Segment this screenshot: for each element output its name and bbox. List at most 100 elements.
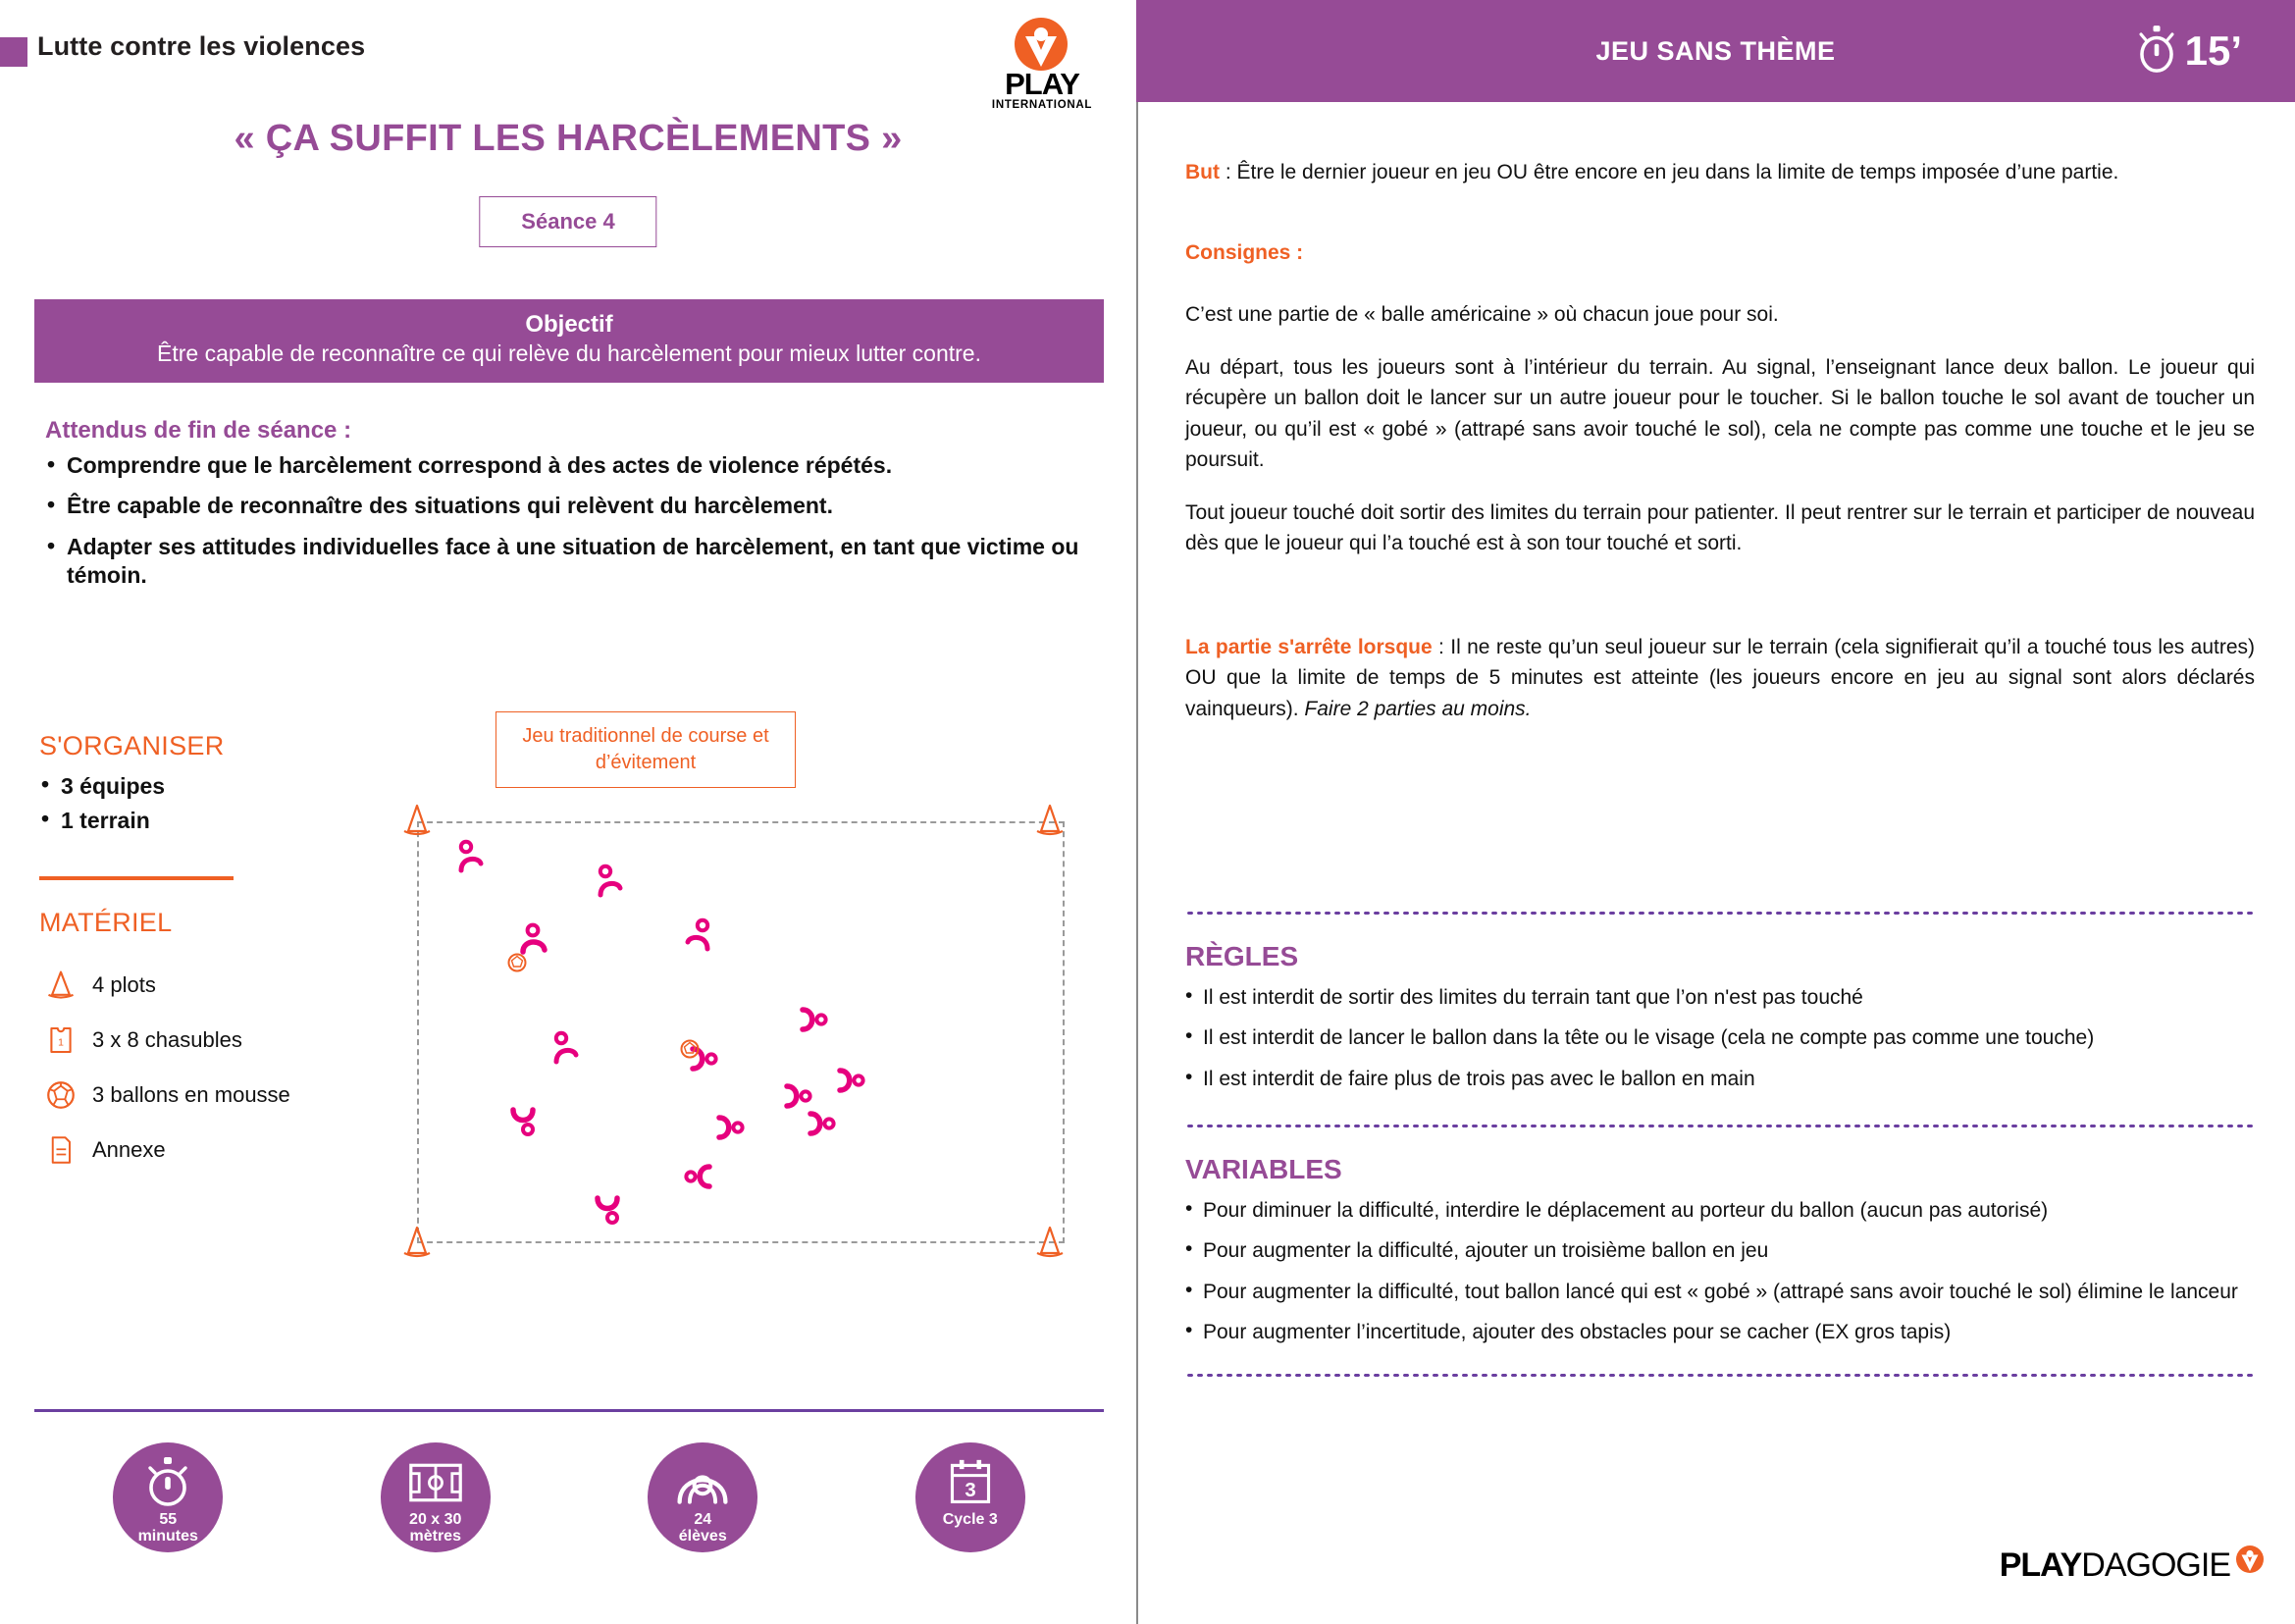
game-description: But : Être le dernier joueur en jeu OU ê… — [1185, 157, 2255, 1379]
variables-list: Pour diminuer la difficulté, interdire l… — [1185, 1195, 2255, 1346]
badge-line1: 20 x 30 — [409, 1511, 462, 1528]
list-item: 1 3 x 8 chasubles — [39, 1015, 373, 1066]
badge-students: 24 élèves — [642, 1442, 763, 1552]
stopwatch-icon — [2134, 24, 2179, 79]
player-icon — [513, 1110, 533, 1134]
instructions-label: Consignes : — [1185, 240, 1304, 264]
instructions-paragraph: C’est une partie de « balle américaine »… — [1185, 303, 1779, 326]
svg-text:3: 3 — [965, 1480, 975, 1501]
cone-icon — [402, 804, 432, 836]
player-icon — [461, 842, 481, 870]
svg-text:1: 1 — [58, 1038, 64, 1049]
cone-icon — [402, 1226, 432, 1258]
rules-heading: RÈGLES — [1185, 941, 1299, 971]
player-icon — [686, 1167, 709, 1186]
player-icon — [810, 1114, 834, 1133]
objective-heading: Objectif — [525, 311, 613, 338]
game-header-title: JEU SANS THÈME — [1595, 35, 1836, 66]
instructions-paragraph: Tout joueur touché doit sortir des limit… — [1185, 500, 2255, 555]
ball-icon — [507, 953, 527, 972]
field-actors-layer — [402, 804, 1065, 1258]
player-icon — [688, 920, 707, 949]
list-item: Il est interdit de faire plus de trois p… — [1185, 1064, 2255, 1093]
end-condition-separator: : — [1432, 635, 1451, 658]
play-logo-mark-icon — [1015, 18, 1068, 71]
orange-divider — [39, 876, 234, 880]
badge-line1: 55 — [159, 1511, 178, 1528]
organise-heading: S'ORGANISER — [39, 731, 225, 760]
list-item: Comprendre que le harcèlement correspond… — [45, 450, 1085, 480]
list-item: 4 plots — [39, 960, 373, 1011]
variables-heading: VARIABLES — [1185, 1154, 1342, 1185]
materials-section: MATÉRIEL 4 plots 1 3 x 8 chasubles 3 bal… — [39, 908, 373, 1179]
expected-outcomes-heading: Attendus de fin de séance : — [45, 417, 352, 444]
material-label: 3 x 8 chasubles — [92, 1027, 242, 1052]
list-item: Être capable de reconnaître des situatio… — [45, 491, 1085, 520]
play-international-logo: PLAY INTERNATIONAL — [984, 18, 1100, 112]
objective-banner: Objectif Être capable de reconnaître ce … — [34, 299, 1104, 383]
dotted-divider — [1185, 1373, 2255, 1379]
player-icon — [787, 1086, 810, 1106]
ball-icon — [39, 1075, 82, 1115]
end-condition-label: La partie s'arrête lorsque — [1185, 635, 1433, 658]
game-type-callout: Jeu traditionnel de course et d’évitemen… — [496, 711, 796, 788]
badge-line2: mètres — [409, 1528, 461, 1545]
player-icon — [556, 1033, 576, 1062]
dotted-divider — [1185, 1124, 2255, 1129]
badge-cycle: 3 Cycle 3 — [910, 1442, 1031, 1552]
page-title: « ÇA SUFFIT LES HARCÈLEMENTS » — [234, 118, 903, 159]
player-icon — [598, 1198, 617, 1223]
game-header-bar: JEU SANS THÈME 15’ — [1136, 0, 2295, 102]
students-icon — [674, 1454, 731, 1511]
document-page: Lutte contre les violences PLAY INTERNAT… — [0, 0, 2295, 1624]
badge-duration: 55 minutes — [107, 1442, 229, 1552]
play-logo-wordmark: PLAY — [1005, 67, 1080, 101]
material-label: 4 plots — [92, 972, 156, 997]
purple-divider — [34, 1409, 1104, 1412]
field-diagram — [402, 804, 1065, 1258]
badge-field-size: 20 x 30 mètres — [375, 1442, 496, 1552]
game-duration: 15’ — [2134, 0, 2242, 102]
list-item: Il est interdit de sortir des limites du… — [1185, 982, 2255, 1012]
playdagogie-logo: PLAY DAGOGIE — [2000, 1545, 2264, 1585]
list-item: 1 terrain — [39, 806, 334, 834]
material-label: Annexe — [92, 1137, 166, 1162]
objective-text: Être capable de reconnaître ce qui relèv… — [157, 341, 981, 366]
list-item: Pour augmenter la difficulté, ajouter un… — [1185, 1235, 2255, 1265]
list-item: 3 équipes — [39, 771, 334, 800]
dotted-divider — [1185, 911, 2255, 916]
cone-icon — [1035, 1226, 1065, 1258]
cone-icon — [39, 966, 82, 1005]
list-item: 3 ballons en mousse — [39, 1070, 373, 1121]
play-logo-mark-icon — [2236, 1545, 2264, 1573]
badge-line2: élèves — [678, 1528, 727, 1545]
player-icon — [719, 1118, 743, 1137]
expected-outcomes-list: Comprendre que le harcèlement correspond… — [45, 450, 1085, 602]
session-badge: Séance 4 — [479, 196, 657, 247]
duration-value: 15’ — [2184, 27, 2242, 74]
right-column: JEU SANS THÈME 15’ But : Être le dernier… — [1136, 0, 2295, 1624]
program-kicker: Lutte contre les violences — [37, 31, 366, 61]
jersey-icon: 1 — [39, 1021, 82, 1060]
instructions-paragraph: Au départ, tous les joueurs sont à l’int… — [1185, 355, 2255, 472]
list-item: Pour augmenter la difficulté, tout ballo… — [1185, 1277, 2255, 1306]
goal-label: But — [1185, 161, 1220, 183]
list-item: Annexe — [39, 1125, 373, 1176]
player-icon — [600, 866, 620, 895]
cone-icon — [1035, 804, 1065, 836]
goal-text: Être le dernier joueur en jeu OU être en… — [1236, 161, 2119, 183]
list-item: Adapter ses attitudes individuelles face… — [45, 532, 1085, 591]
goal-paragraph: But : Être le dernier joueur en jeu OU ê… — [1185, 157, 2255, 188]
badge-line1: Cycle 3 — [942, 1511, 998, 1528]
player-icon — [840, 1071, 863, 1090]
end-condition-paragraph: La partie s'arrête lorsque : Il ne reste… — [1185, 632, 2255, 725]
badge-line2: minutes — [137, 1528, 198, 1545]
material-label: 3 ballons en mousse — [92, 1082, 290, 1107]
annexe-document-icon — [39, 1130, 82, 1170]
player-icon — [803, 1010, 826, 1029]
field-icon — [408, 1454, 463, 1511]
organise-section: S'ORGANISER 3 équipes 1 terrain — [39, 731, 334, 842]
list-item: Pour augmenter l’incertitude, ajouter de… — [1185, 1317, 2255, 1346]
materials-heading: MATÉRIEL — [39, 908, 173, 937]
stopwatch-icon — [142, 1454, 193, 1511]
